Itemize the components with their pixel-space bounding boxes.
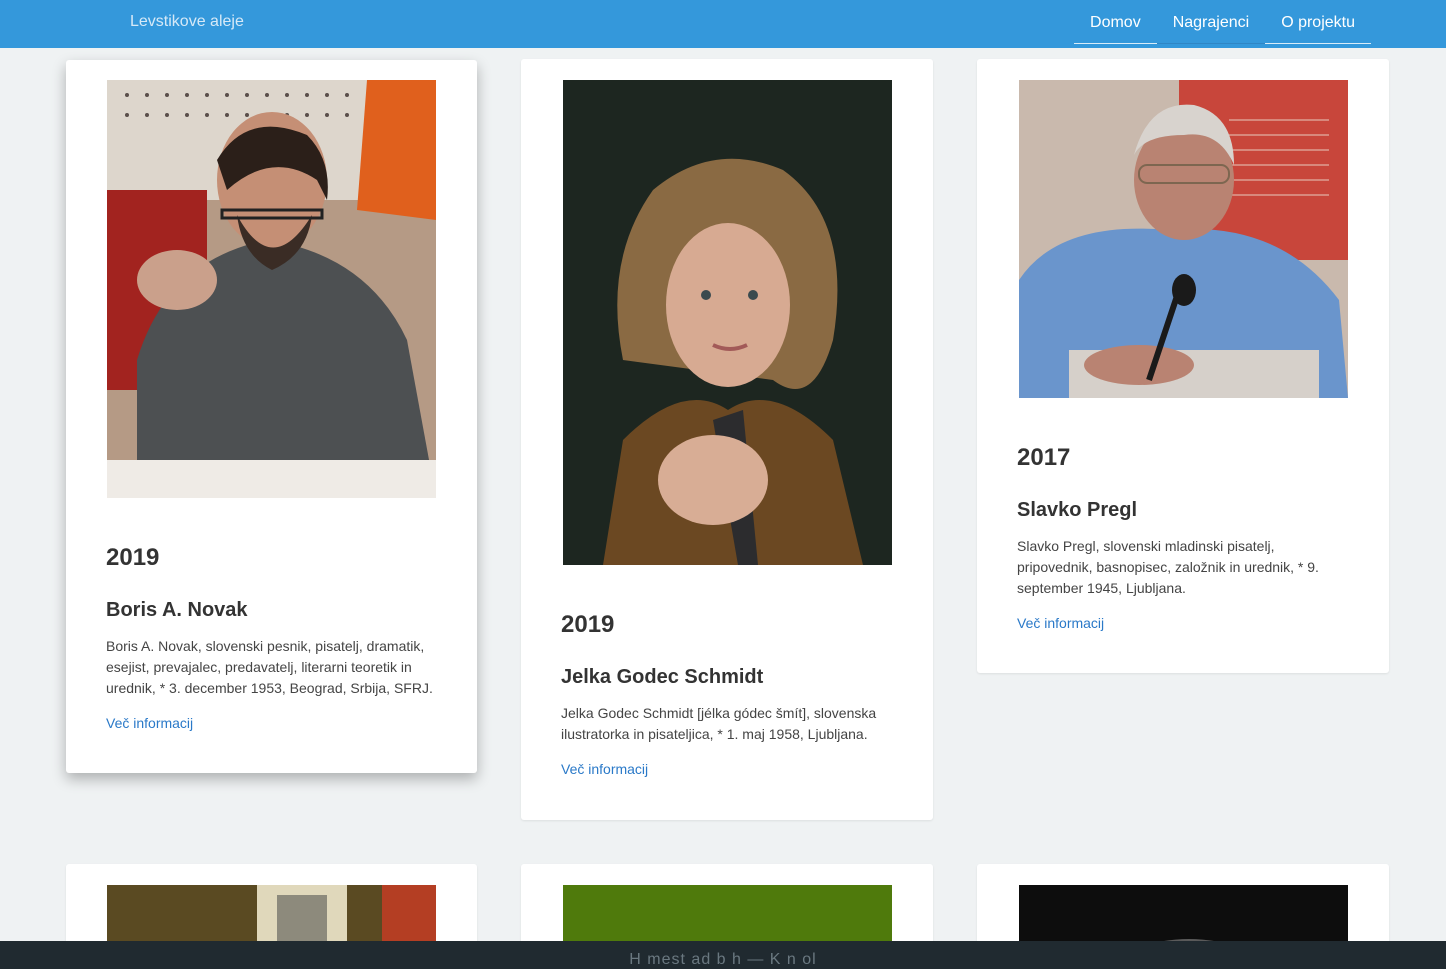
nav-link-about[interactable]: O projektu: [1265, 0, 1371, 44]
award-year: 2019: [561, 611, 615, 638]
nav-links: Domov Nagrajenci O projektu: [1074, 0, 1371, 45]
footer: H mest ad b h — K n ol: [0, 941, 1446, 969]
award-year: 2019: [106, 544, 160, 571]
awardee-description: Boris A. Novak, slovenski pesnik, pisate…: [106, 638, 433, 696]
awardee-description: Jelka Godec Schmidt [jélka gódec šmít], …: [561, 705, 877, 742]
award-year: 2017: [1017, 444, 1071, 471]
awardee-card-jelka-godec-schmidt[interactable]: 2019 Jelka Godec Schmidt Jelka Godec Sch…: [521, 59, 933, 820]
brand-link[interactable]: Levstikove aleje: [130, 13, 244, 31]
top-navbar: Levstikove aleje Domov Nagrajenci O proj…: [0, 0, 1446, 48]
more-info-link[interactable]: Več informacij: [1017, 615, 1104, 631]
more-info-link[interactable]: Več informacij: [106, 715, 193, 731]
awardee-card-slavko-pregl[interactable]: 2017 Slavko Pregl Slavko Pregl, slovensk…: [977, 59, 1389, 673]
awardee-photo: [107, 80, 436, 498]
nav-link-home[interactable]: Domov: [1074, 0, 1157, 44]
more-info-link[interactable]: Več informacij: [561, 761, 648, 777]
awardee-name: Jelka Godec Schmidt: [561, 666, 764, 688]
awardee-name: Boris A. Novak: [106, 599, 248, 621]
footer-text: H mest ad b h — K n ol: [629, 951, 817, 968]
awardee-name: Slavko Pregl: [1017, 499, 1138, 521]
awardee-photo: [563, 80, 892, 565]
awardee-card-boris-novak[interactable]: 2019 Boris A. Novak Boris A. Novak, slov…: [66, 60, 477, 773]
awardee-description: Slavko Pregl, slovenski mladinski pisate…: [1017, 538, 1319, 596]
awardee-photo: [1019, 80, 1348, 398]
nav-link-awardees[interactable]: Nagrajenci: [1156, 0, 1266, 44]
